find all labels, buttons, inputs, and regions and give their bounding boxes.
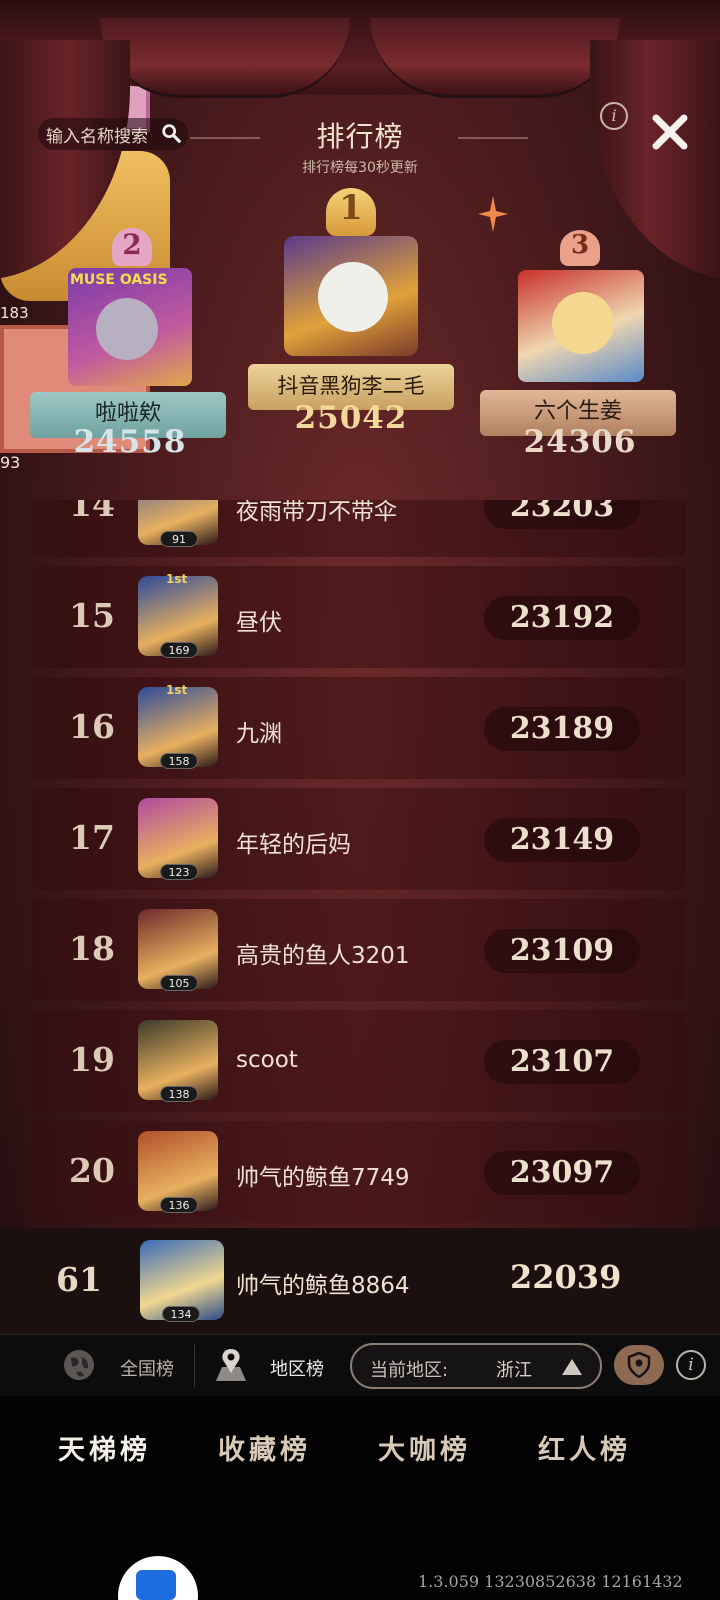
level-badge: 91 — [160, 531, 198, 547]
sparkle-icon — [478, 196, 508, 232]
list-item[interactable]: 16 1st 158 九渊 23189 — [32, 677, 686, 779]
level-badge: 105 — [160, 975, 198, 991]
rank-number: 20 — [69, 1151, 115, 1190]
avatar-banner-text: MUSE OASIS — [70, 272, 168, 288]
player-score: 23149 — [484, 818, 640, 862]
player-score: 23109 — [484, 929, 640, 973]
close-icon[interactable] — [648, 110, 692, 154]
ranking-list[interactable]: 14 91 夜雨带刀不带伞 23203 15 1st 169 昼伏 23192 16 1st 158 九… — [0, 500, 720, 1228]
level-badge: 123 — [160, 864, 198, 880]
list-item[interactable]: 15 1st 169 昼伏 23192 — [32, 566, 686, 668]
my-score: 22039 — [510, 1258, 622, 1296]
location-shield-icon — [627, 1352, 651, 1378]
bottom-tabs: 天梯榜 收藏榜 大咖榜 红人榜 — [0, 1396, 720, 1600]
level-badge: 183 — [0, 304, 29, 322]
my-rank-row[interactable]: 61 134 帅气的鲸鱼8864 22039 — [0, 1228, 720, 1334]
player-score: 23203 — [484, 500, 640, 529]
rank-number: 17 — [69, 818, 115, 857]
player-name: 帅气的鲸鱼7749 — [236, 1165, 410, 1191]
region-info-icon[interactable]: i — [676, 1350, 706, 1380]
level-badge: 158 — [160, 753, 198, 769]
list-item[interactable]: 18 105 高贵的鱼人3201 23109 — [32, 899, 686, 1001]
tab-ladder[interactable]: 天梯榜 — [58, 1428, 151, 1467]
first-badge: 1st — [166, 683, 188, 697]
rank-number: 14 — [69, 500, 115, 524]
list-item[interactable]: 20 136 帅气的鲸鱼7749 23097 — [32, 1121, 686, 1223]
level-badge: 93 — [0, 453, 21, 472]
tab-influencer[interactable]: 红人榜 — [538, 1428, 631, 1467]
globe-icon[interactable] — [62, 1348, 96, 1382]
rank-crest-2: 2 — [112, 228, 152, 266]
list-item[interactable]: 14 91 夜雨带刀不带伞 23203 — [32, 500, 686, 557]
podium-score-3: 24306 — [523, 424, 637, 460]
player-name: 夜雨带刀不带伞 — [236, 500, 397, 525]
player-name: 年轻的后妈 — [236, 832, 351, 858]
version-text: 1.3.059 13230852638 12161432 — [418, 1572, 683, 1591]
avatar-face — [318, 262, 388, 332]
rank-crest-3: 3 — [560, 230, 600, 266]
page-subtitle: 排行榜每30秒更新 — [302, 160, 418, 176]
level-badge: 134 — [162, 1306, 200, 1322]
player-name: 昼伏 — [236, 610, 282, 636]
player-name: scoot — [236, 1047, 298, 1073]
player-score: 23107 — [484, 1040, 640, 1084]
player-score: 23192 — [484, 596, 640, 640]
rank-number: 16 — [69, 707, 115, 746]
rank-crest-1: 1 — [326, 188, 376, 236]
podium-score-2: 24558 — [73, 424, 187, 460]
divider — [194, 1345, 195, 1387]
leaderboard-screen: 输入名称搜索 排行榜 排行榜每30秒更新 i 2 MUSE OASIS 139 … — [0, 0, 720, 1600]
region-tab[interactable]: 地区榜 — [270, 1355, 324, 1381]
app-icon — [136, 1570, 176, 1600]
list-item[interactable]: 17 123 年轻的后妈 23149 — [32, 788, 686, 890]
rank-number: 19 — [69, 1040, 115, 1079]
level-badge: 136 — [160, 1197, 198, 1213]
player-score: 23189 — [484, 707, 640, 751]
list-item[interactable]: 19 138 scoot 23107 — [32, 1010, 686, 1112]
map-pin-icon[interactable] — [214, 1347, 248, 1383]
my-rank: 61 — [56, 1260, 102, 1299]
player-name: 高贵的鱼人3201 — [236, 943, 410, 969]
player-name: 九渊 — [236, 721, 282, 747]
region-label: 当前地区: — [370, 1360, 449, 1381]
rank-number: 15 — [69, 596, 115, 635]
tab-collection[interactable]: 收藏榜 — [218, 1428, 311, 1467]
region-selector[interactable]: 当前地区: 浙江 — [350, 1343, 602, 1389]
first-badge: 1st — [166, 572, 188, 586]
my-name: 帅气的鲸鱼8864 — [236, 1273, 410, 1299]
triangle-up-icon — [562, 1359, 582, 1375]
region-bar: 全国榜 地区榜 当前地区: 浙江 i — [0, 1334, 720, 1396]
avatar-face — [96, 298, 158, 360]
region-value: 浙江 — [496, 1360, 532, 1381]
level-badge: 138 — [160, 1086, 198, 1102]
national-tab[interactable]: 全国榜 — [120, 1355, 174, 1381]
avatar-face — [552, 292, 614, 354]
locate-button[interactable] — [614, 1345, 664, 1385]
rank-number: 18 — [69, 929, 115, 968]
info-icon[interactable]: i — [600, 102, 628, 130]
player-score: 23097 — [484, 1151, 640, 1195]
tab-celebrity[interactable]: 大咖榜 — [378, 1428, 471, 1467]
podium-score-1: 25042 — [294, 400, 408, 436]
level-badge: 169 — [160, 642, 198, 658]
